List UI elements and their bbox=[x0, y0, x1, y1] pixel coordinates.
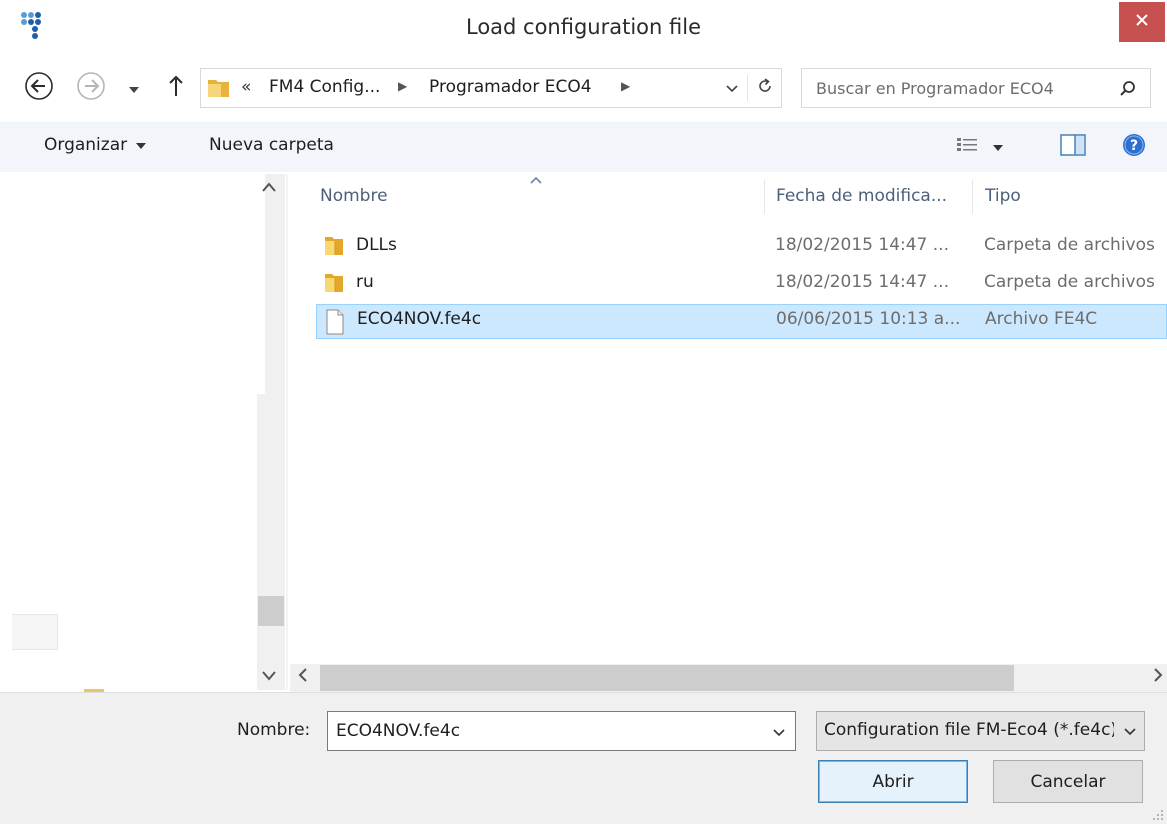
close-icon bbox=[1135, 12, 1149, 32]
window-title: Load configuration file bbox=[465, 15, 701, 39]
search-icon[interactable] bbox=[1116, 77, 1140, 101]
file-date: 18/02/2015 14:47 ... bbox=[775, 235, 949, 255]
address-bar[interactable]: « FM4 Config... ▶ Programador ECO4 ▶ bbox=[200, 68, 782, 108]
filename-label: Nombre: bbox=[237, 720, 311, 740]
filename-combobox[interactable] bbox=[327, 711, 796, 751]
close-button[interactable] bbox=[1119, 2, 1165, 42]
file-row-dlls[interactable]: DLLs 18/02/2015 14:47 ... Carpeta de arc… bbox=[316, 230, 1167, 262]
search-input[interactable] bbox=[816, 77, 1106, 99]
refresh-icon bbox=[757, 77, 773, 99]
new-folder-button[interactable]: Nueva carpeta bbox=[209, 135, 334, 155]
chevron-down-icon bbox=[128, 79, 140, 99]
column-header-type[interactable]: Tipo bbox=[985, 176, 1021, 216]
organize-label: Organizar bbox=[44, 135, 128, 155]
horizontal-scrollbar-thumb[interactable] bbox=[320, 665, 1014, 691]
filename-history-dropdown[interactable] bbox=[768, 721, 790, 743]
organize-menu-button[interactable]: Organizar bbox=[44, 135, 147, 155]
file-type: Archivo FE4C bbox=[985, 309, 1098, 329]
svg-text:?: ? bbox=[1130, 138, 1138, 154]
column-divider[interactable] bbox=[764, 180, 765, 214]
file-date: 06/06/2015 10:13 a... bbox=[776, 309, 961, 329]
resize-grip-icon[interactable] bbox=[1150, 806, 1164, 820]
forward-arrow-icon bbox=[75, 70, 107, 107]
chevron-down-icon bbox=[1119, 721, 1141, 743]
cancel-button[interactable]: Cancelar bbox=[993, 760, 1143, 803]
breadcrumb-segment[interactable]: FM4 Config... bbox=[269, 77, 380, 97]
file-name: ru bbox=[356, 272, 374, 292]
forward-button[interactable] bbox=[74, 71, 108, 105]
navigation-scrollbar-segment bbox=[257, 174, 265, 394]
scroll-left-icon[interactable] bbox=[298, 667, 308, 686]
up-folder-button[interactable] bbox=[164, 73, 188, 103]
column-divider[interactable] bbox=[972, 180, 973, 214]
preview-pane-button[interactable] bbox=[1058, 133, 1088, 161]
help-icon: ? bbox=[1122, 133, 1146, 162]
sort-ascending-icon bbox=[529, 170, 543, 184]
file-row-eco4nov[interactable]: ECO4NOV.fe4c 06/06/2015 10:13 a... Archi… bbox=[316, 304, 1167, 339]
folder-icon bbox=[322, 271, 346, 295]
breadcrumb-separator-icon[interactable]: ▶ bbox=[621, 79, 630, 93]
breadcrumb-separator-icon[interactable]: ▶ bbox=[398, 79, 407, 93]
file-date: 18/02/2015 14:47 ... bbox=[775, 272, 949, 292]
folder-icon bbox=[322, 234, 346, 258]
chevron-down-icon bbox=[992, 137, 1004, 157]
preview-pane-icon bbox=[1060, 133, 1086, 161]
divider bbox=[747, 75, 748, 101]
help-button[interactable]: ? bbox=[1120, 133, 1148, 161]
file-name: ECO4NOV.fe4c bbox=[357, 309, 482, 329]
details-view-icon bbox=[956, 137, 978, 158]
search-box[interactable] bbox=[801, 68, 1151, 108]
column-header-date[interactable]: Fecha de modifica... bbox=[776, 176, 947, 216]
arrow-up-icon bbox=[168, 75, 184, 102]
navigation-item-placeholder[interactable] bbox=[12, 614, 58, 650]
chevron-down-icon bbox=[135, 135, 147, 155]
navigation-pane[interactable] bbox=[0, 174, 286, 690]
filename-input[interactable] bbox=[336, 720, 756, 742]
refresh-button[interactable] bbox=[751, 75, 779, 101]
file-icon bbox=[323, 309, 347, 335]
address-overflow[interactable]: « bbox=[241, 77, 251, 97]
scroll-down-icon[interactable] bbox=[262, 669, 276, 685]
pane-splitter[interactable] bbox=[286, 174, 288, 690]
back-button[interactable] bbox=[22, 71, 56, 105]
column-header-name[interactable]: Nombre bbox=[320, 176, 388, 216]
navigation-scrollbar-thumb[interactable] bbox=[258, 596, 284, 626]
file-type: Carpeta de archivos bbox=[984, 235, 1155, 255]
address-history-dropdown[interactable] bbox=[721, 77, 743, 99]
file-type-filter-select[interactable]: Configuration file FM-Eco4 (*.fe4c) bbox=[816, 711, 1145, 751]
scroll-up-icon[interactable] bbox=[262, 180, 276, 196]
file-type: Carpeta de archivos bbox=[984, 272, 1155, 292]
chevron-down-icon bbox=[773, 722, 785, 742]
open-button[interactable]: Abrir bbox=[818, 760, 968, 803]
recent-locations-button[interactable] bbox=[124, 80, 144, 98]
change-view-button[interactable] bbox=[956, 134, 1024, 160]
file-type-filter-value: Configuration file FM-Eco4 (*.fe4c) bbox=[824, 720, 1114, 740]
folder-icon bbox=[207, 77, 231, 99]
file-row-ru[interactable]: ru 18/02/2015 14:47 ... Carpeta de archi… bbox=[316, 267, 1167, 299]
file-name: DLLs bbox=[356, 235, 397, 255]
scroll-right-icon[interactable] bbox=[1153, 667, 1163, 686]
chevron-down-icon bbox=[726, 78, 738, 98]
back-arrow-icon bbox=[23, 70, 55, 107]
breadcrumb-segment[interactable]: Programador ECO4 bbox=[429, 77, 592, 97]
